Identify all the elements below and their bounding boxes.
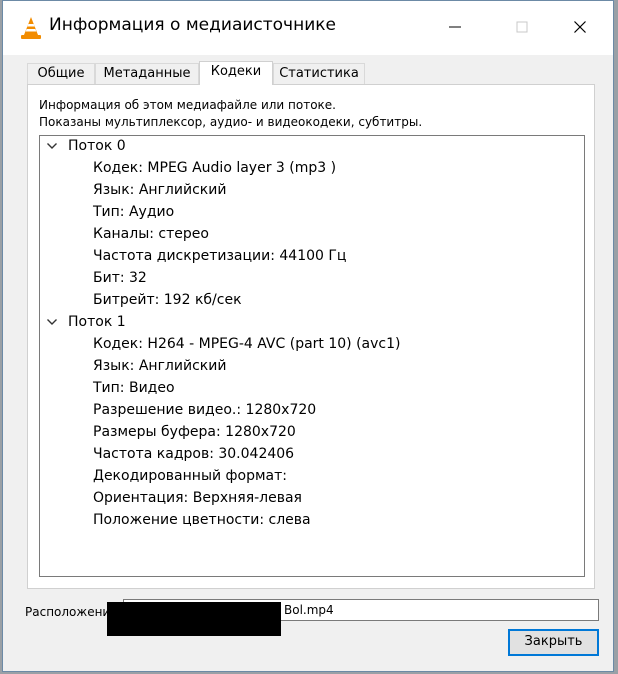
tab-general[interactable]: Общие	[27, 63, 95, 84]
tab-metadata[interactable]: Метаданные	[95, 63, 199, 84]
vlc-cone-icon	[21, 17, 41, 39]
tree-item-label: Каналы: стерео	[93, 226, 209, 242]
tree-item-label: Язык: Английский	[93, 182, 227, 198]
tab-codecs[interactable]: Кодеки	[199, 61, 273, 85]
tree-item-label: Язык: Английский	[93, 358, 227, 374]
tree-item-label: Положение цветности: слева	[93, 512, 311, 528]
media-info-window: Информация о медиаисточнике Общие Метада…	[2, 0, 614, 672]
codec-tree[interactable]: Поток 0 Кодек: MPEG Audio layer 3 (mp3 )…	[39, 135, 585, 577]
tree-item-label: Частота дискретизации: 44100 Гц	[93, 248, 347, 264]
tree-item-label: Разрешение видео.: 1280x720	[93, 402, 317, 418]
redaction-block	[107, 602, 281, 636]
close-icon	[574, 21, 586, 33]
minimize-button[interactable]	[443, 15, 467, 39]
tree-item-label: Бит: 32	[93, 270, 147, 286]
codecs-panel: Информация об этом медиафайле или потоке…	[27, 84, 595, 589]
tree-item-label: Ориентация: Верхняя-левая	[93, 490, 302, 506]
description-line-1: Информация об этом медиафайле или потоке…	[39, 98, 336, 112]
tree-stream-0[interactable]: Поток 0	[40, 136, 584, 158]
tab-statistics[interactable]: Статистика	[273, 63, 365, 84]
maximize-button[interactable]	[510, 15, 534, 39]
close-window-button[interactable]	[568, 15, 592, 39]
tree-item-label: Частота кадров: 30.042406	[93, 446, 295, 462]
maximize-icon	[516, 21, 528, 33]
chevron-down-icon[interactable]	[46, 316, 58, 328]
window-title: Информация о медиаисточнике	[49, 15, 336, 35]
description-line-2: Показаны мультиплексор, аудио- и видеоко…	[39, 115, 423, 129]
tree-stream-1[interactable]: Поток 1	[40, 312, 584, 334]
title-bar[interactable]: Информация о медиаисточнике	[3, 1, 613, 55]
tree-item-label: Кодек: MPEG Audio layer 3 (mp3 )	[93, 160, 337, 176]
stream-label: Поток 0	[68, 138, 126, 154]
minimize-icon	[449, 26, 461, 28]
stream-label: Поток 1	[68, 314, 126, 330]
tree-item-label: Кодек: H264 - MPEG-4 AVC (part 10) (avc1…	[93, 336, 401, 352]
tree-item-label: Битрейт: 192 кб/сек	[93, 292, 242, 308]
tree-item-label: Тип: Видео	[93, 380, 175, 396]
chevron-down-icon[interactable]	[46, 140, 58, 152]
tree-item-label: Тип: Аудио	[93, 204, 175, 220]
tree-item-label: Размеры буфера: 1280x720	[93, 424, 296, 440]
tree-item-label: Декодированный формат:	[93, 468, 287, 484]
panel-description: Информация об этом медиафайле или потоке…	[39, 97, 422, 131]
close-button[interactable]: Закрыть	[508, 629, 599, 656]
